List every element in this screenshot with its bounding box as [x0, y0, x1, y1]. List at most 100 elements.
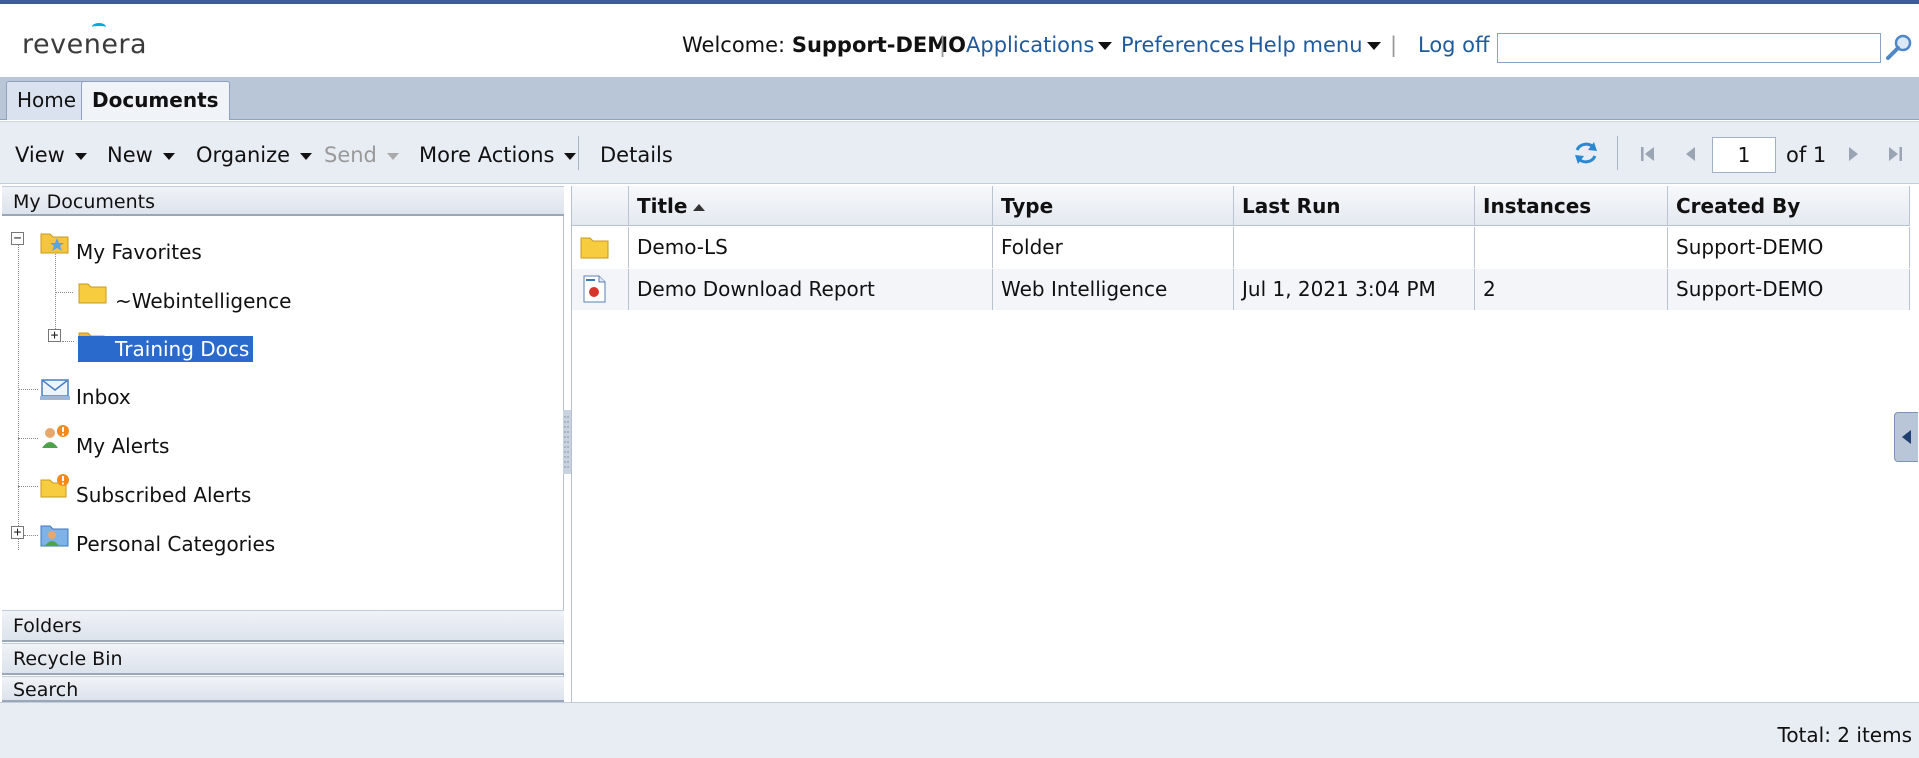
column-header-instances[interactable]: Instances: [1475, 186, 1668, 226]
new-menu-button[interactable]: New: [107, 143, 175, 167]
my-documents-header[interactable]: My Documents: [2, 186, 564, 216]
cell-text: Web Intelligence: [1001, 277, 1168, 301]
cell-type: Web Intelligence: [993, 269, 1234, 310]
cell-text: Demo Download Report: [637, 277, 875, 301]
tree-item-my-favorites[interactable]: My Favorites: [76, 240, 202, 264]
cell-text: Demo-LS: [637, 235, 728, 259]
log-off-link[interactable]: Log off: [1418, 33, 1490, 57]
tab-documents-label: Documents: [92, 88, 219, 112]
row-icon-cell: [572, 269, 629, 310]
tree-item-personal-categories[interactable]: Personal Categories: [76, 532, 275, 556]
tree-item-subscribed-alerts[interactable]: Subscribed Alerts: [76, 483, 251, 507]
tree-item-label: ~Webintelligence: [115, 289, 292, 313]
cell-last-run: [1234, 227, 1475, 268]
logo-swoosh: [92, 23, 106, 31]
cell-text: Support-DEMO: [1676, 235, 1824, 259]
expand-toggle[interactable]: +: [11, 526, 24, 539]
cell-created-by: Support-DEMO: [1668, 227, 1910, 268]
help-menu[interactable]: Help menu: [1248, 33, 1381, 57]
tree-line: [62, 341, 74, 342]
chevron-down-icon: [162, 152, 175, 160]
send-label: Send: [324, 143, 377, 167]
expand-toggle[interactable]: +: [48, 329, 61, 342]
document-list-panel: Title Type Last Run Instances Created By…: [571, 186, 1911, 702]
search-header[interactable]: Search: [2, 676, 564, 702]
chevron-down-icon: [386, 152, 399, 160]
details-button[interactable]: Details: [600, 143, 673, 167]
page-number-value: 1: [1737, 143, 1751, 167]
cell-title[interactable]: Demo Download Report: [629, 269, 993, 310]
tree-line: [18, 438, 38, 439]
column-header-type[interactable]: Type: [993, 186, 1234, 226]
table-row[interactable]: Demo-LS Folder Support-DEMO: [572, 227, 1910, 268]
search-icon[interactable]: [1884, 32, 1914, 62]
page-count-label: of 1: [1786, 143, 1827, 167]
welcome-text: Welcome: Support-DEMO: [682, 33, 966, 57]
column-header-last-run[interactable]: Last Run: [1234, 186, 1475, 226]
alert-user-icon: [42, 425, 69, 448]
organize-label: Organize: [196, 143, 291, 167]
applications-menu[interactable]: Applications: [966, 33, 1113, 57]
tree-item-label: Personal Categories: [76, 532, 276, 556]
search-label: Search: [13, 679, 79, 701]
logo-text: revenera: [22, 29, 148, 60]
folders-header[interactable]: Folders: [2, 610, 564, 642]
total-items: Total: 2 items: [1777, 723, 1913, 747]
panel-splitter-handle[interactable]: [563, 410, 571, 474]
new-label: New: [107, 143, 153, 167]
chevron-down-icon: [74, 152, 87, 160]
collapse-toggle[interactable]: −: [11, 232, 24, 245]
tree-item-inbox[interactable]: Inbox: [76, 385, 131, 409]
column-header-title[interactable]: Title: [629, 186, 993, 226]
column-last-run-label: Last Run: [1242, 194, 1341, 218]
toolbar: View New Organize Send More Actions Deta…: [0, 121, 1919, 184]
toolbar-divider: [578, 136, 579, 170]
folders-label: Folders: [13, 615, 82, 637]
folder-icon: [580, 237, 609, 259]
first-page-icon[interactable]: [1637, 143, 1659, 165]
app-header: revenera Welcome: Support-DEMO | Applica…: [0, 4, 1919, 77]
tree-item-training-docs[interactable]: Training Docs: [78, 336, 254, 362]
recycle-bin-header[interactable]: Recycle Bin: [2, 643, 564, 675]
welcome-label: Welcome:: [682, 33, 786, 57]
my-documents-label: My Documents: [13, 191, 156, 213]
table-row[interactable]: Demo Download Report Web Intelligence Ju…: [572, 269, 1910, 310]
tree-line: [18, 242, 19, 550]
cell-created-by: Support-DEMO: [1668, 269, 1910, 310]
chevron-down-icon: [1098, 42, 1113, 50]
tab-documents[interactable]: Documents: [81, 81, 230, 120]
organize-menu-button[interactable]: Organize: [196, 143, 313, 167]
details-label: Details: [600, 143, 673, 167]
cell-text: Folder: [1001, 235, 1063, 259]
page-count: of 1: [1786, 143, 1826, 167]
page-number-input[interactable]: 1: [1712, 137, 1776, 173]
folder-icon: [78, 283, 107, 304]
refresh-icon[interactable]: [1572, 139, 1600, 167]
tree-item-my-alerts[interactable]: My Alerts: [76, 434, 169, 458]
details-panel-toggle[interactable]: [1894, 412, 1918, 462]
search-input[interactable]: [1497, 33, 1881, 63]
cell-instances: [1475, 227, 1668, 268]
webi-report-icon: [583, 275, 606, 303]
cell-title[interactable]: Demo-LS: [629, 227, 993, 268]
tab-home[interactable]: Home: [6, 81, 88, 120]
favorites-folder-icon: [40, 233, 69, 254]
tree-item-webintelligence[interactable]: ~Webintelligence: [115, 289, 291, 313]
view-menu-button[interactable]: View: [15, 143, 87, 167]
help-menu-label: Help menu: [1248, 33, 1363, 57]
cell-text: 2: [1483, 277, 1496, 301]
send-menu-button[interactable]: Send: [324, 143, 399, 167]
left-navigation-panel: My Documents − My Favorites ~Webintellig…: [2, 186, 564, 702]
next-page-icon[interactable]: [1842, 143, 1864, 165]
chevron-down-icon: [300, 152, 313, 160]
chevron-down-icon: [1366, 42, 1381, 50]
preferences-link[interactable]: Preferences: [1121, 33, 1245, 57]
cell-text: Support-DEMO: [1676, 277, 1824, 301]
previous-page-icon[interactable]: [1680, 143, 1702, 165]
column-header-created-by[interactable]: Created By: [1668, 186, 1910, 226]
chevron-down-icon: [564, 152, 577, 160]
more-actions-label: More Actions: [419, 143, 555, 167]
inbox-icon: [40, 379, 70, 400]
more-actions-menu-button[interactable]: More Actions: [419, 143, 577, 167]
last-page-icon[interactable]: [1884, 143, 1906, 165]
